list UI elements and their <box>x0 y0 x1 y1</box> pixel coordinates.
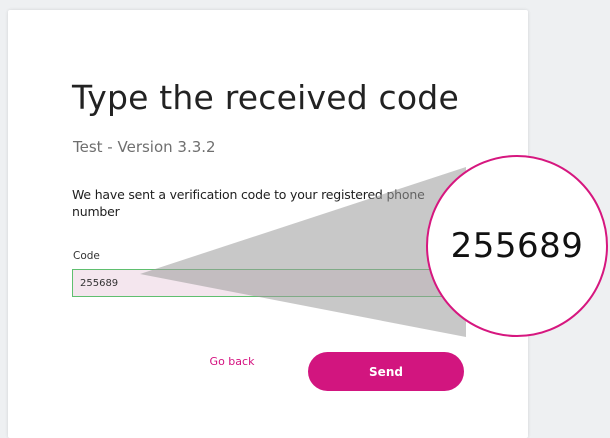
code-field-label: Code <box>73 250 100 262</box>
version-subtitle: Test - Version 3.3.2 <box>73 138 216 156</box>
verification-message: We have sent a verification code to your… <box>72 187 425 219</box>
go-back-link[interactable]: Go back <box>196 355 268 368</box>
code-input[interactable] <box>72 269 454 297</box>
send-button[interactable]: Send <box>308 352 464 391</box>
magnifier-lens: 255689 <box>426 155 608 337</box>
page-title: Type the received code <box>72 78 459 117</box>
magnified-code-text: 255689 <box>450 226 584 266</box>
